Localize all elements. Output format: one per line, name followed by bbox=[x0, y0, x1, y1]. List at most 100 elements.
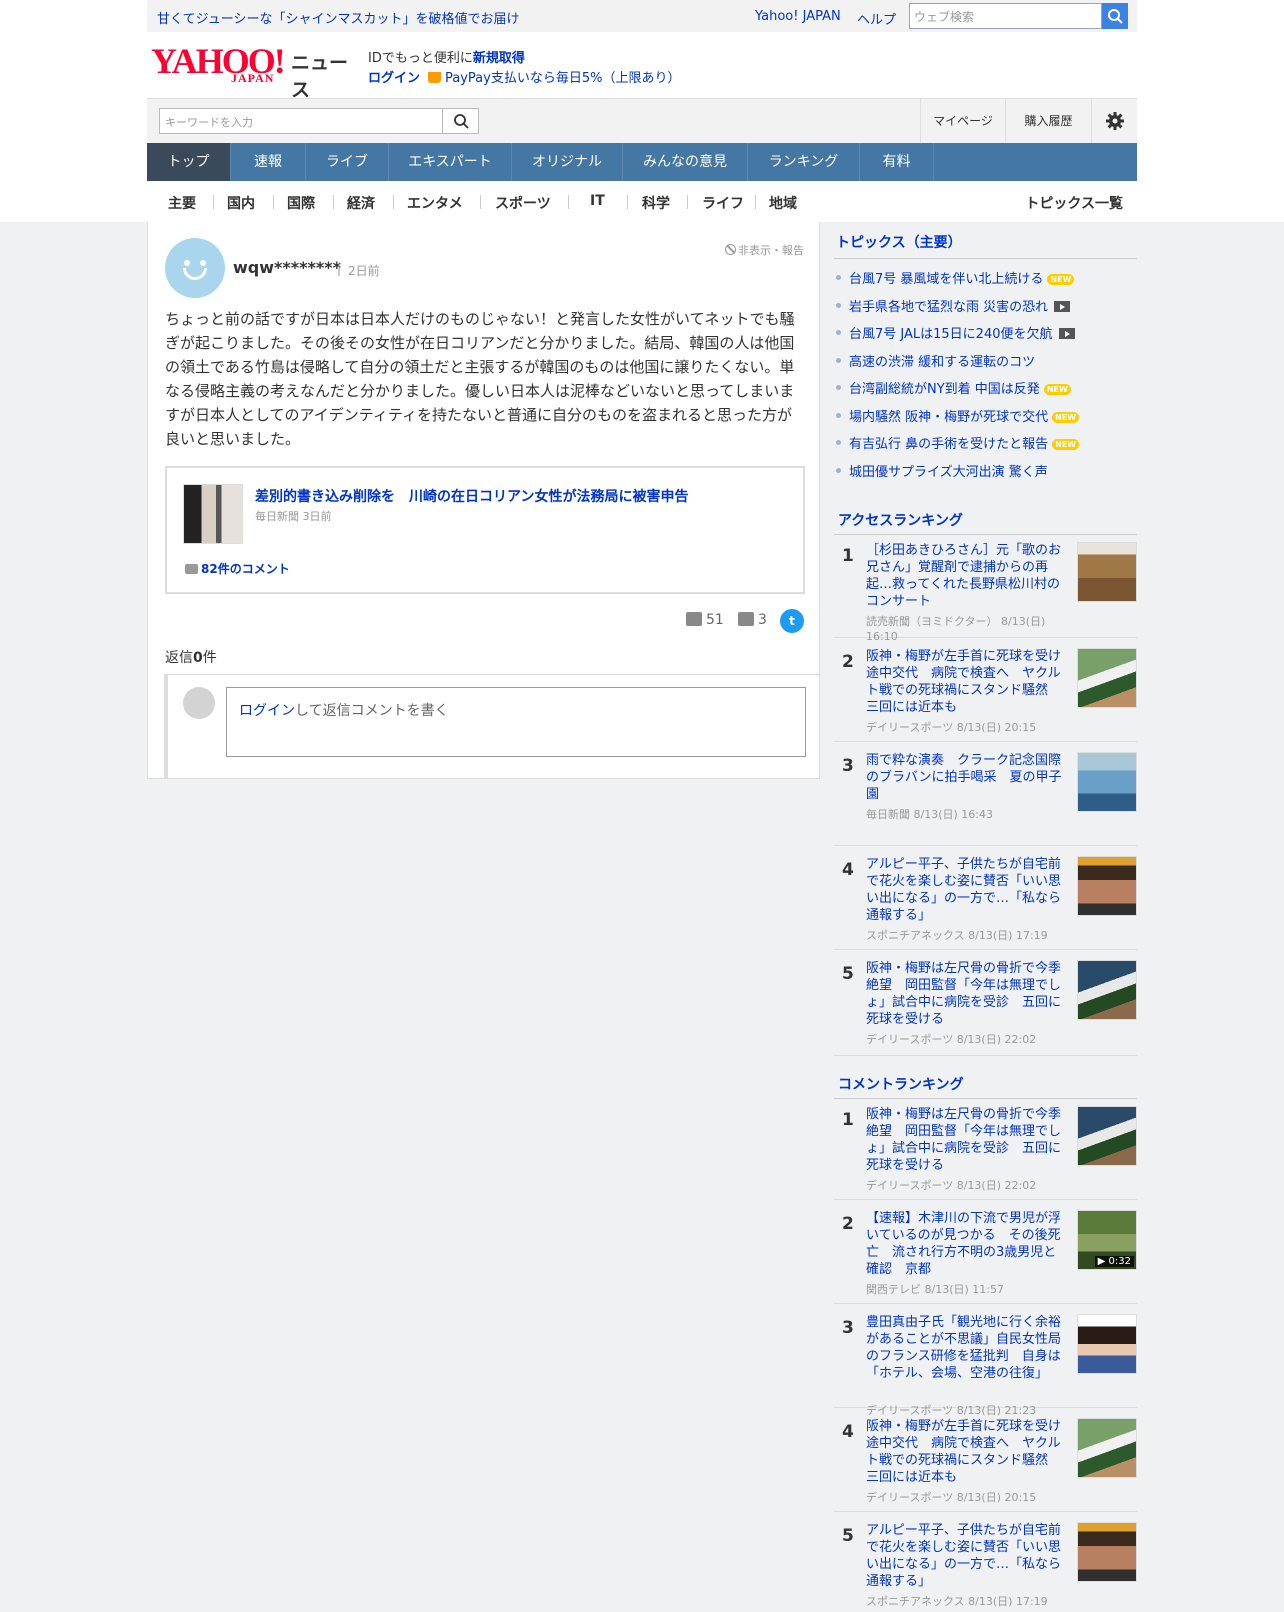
yahoo-japan-link[interactable]: Yahoo! JAPAN bbox=[755, 9, 841, 24]
rank-title-link[interactable]: アルピー平子、子供たちが自宅前で花火を楽しむ姿に賛否「いい思い出になる」の一方で… bbox=[866, 856, 1064, 924]
tab-expert[interactable]: エキスパート bbox=[389, 143, 512, 181]
new-badge: NEW bbox=[1047, 274, 1075, 285]
topic-item[interactable]: 城田優サプライズ大河出演 驚く声 bbox=[834, 459, 1137, 487]
comment-ranking-title[interactable]: コメントランキング bbox=[838, 1074, 964, 1094]
topic-item[interactable]: 台風7号 JALは15日に240便を欠航 bbox=[834, 321, 1137, 349]
tab-live[interactable]: ライブ bbox=[306, 143, 389, 181]
cart-icon bbox=[428, 72, 441, 83]
topic-item[interactable]: 有吉弘行 鼻の手術を受けたと報告 NEW bbox=[834, 431, 1137, 459]
tab-opinion[interactable]: みんなの意見 bbox=[623, 143, 748, 181]
reply-login-link[interactable]: ログイン bbox=[239, 703, 295, 719]
ranking-item[interactable]: 2 【速報】木津川の下流で男児が浮いているのが見つかる その後死亡 流され行方不明… bbox=[834, 1210, 1137, 1304]
purchase-history-link[interactable]: 購入履歴 bbox=[1005, 99, 1091, 144]
topic-item[interactable]: 場内騒然 阪神・梅野が死球で交代 NEW bbox=[834, 404, 1137, 432]
subtab-local[interactable]: 地域 bbox=[769, 193, 797, 213]
rank-title-link[interactable]: 豊田真由子氏「観光地に行く余裕があることが不思議」自民女性局のフランス研修を猛批… bbox=[866, 1314, 1064, 1382]
topics-list-link[interactable]: トピックス一覧 bbox=[1025, 193, 1123, 213]
prohibit-icon bbox=[725, 244, 736, 255]
tab-top[interactable]: トップ bbox=[147, 143, 231, 181]
article-comments-link[interactable]: 82件のコメント bbox=[185, 560, 290, 577]
ranking-item[interactable]: 4 アルピー平子、子供たちが自宅前で花火を楽しむ姿に賛否「いい思い出になる」の一方… bbox=[834, 856, 1137, 950]
rank-title-link[interactable]: 阪神・梅野は左尺骨の骨折で今季絶望 岡田監督「今年は無理でしょ」試合中に病院を受… bbox=[866, 960, 1064, 1028]
subtab-entertainment[interactable]: エンタメ bbox=[407, 193, 463, 213]
rank-title-link[interactable]: 阪神・梅野は左尺骨の骨折で今季絶望 岡田監督「今年は無理でしょ」試合中に病院を受… bbox=[866, 1106, 1064, 1174]
subtab-science[interactable]: 科学 bbox=[642, 193, 670, 213]
ranking-item[interactable]: 3 豊田真由子氏「観光地に行く余裕があることが不思議」自民女性局のフランス研修を猛… bbox=[834, 1314, 1137, 1417]
subtab-it[interactable]: IT bbox=[590, 193, 605, 209]
tab-ranking[interactable]: ランキング bbox=[748, 143, 860, 181]
rank-title-link[interactable]: 阪神・梅野が左手首に死球を受け途中交代 病院で検査へ ヤクルト戦での死球禍にスタ… bbox=[866, 1418, 1064, 1486]
tab-breaking[interactable]: 速報 bbox=[231, 143, 306, 181]
rank-thumbnail[interactable] bbox=[1077, 752, 1137, 812]
rank-thumbnail[interactable] bbox=[1077, 542, 1137, 602]
topic-item[interactable]: 台風7号 暴風域を伴い北上続ける NEW bbox=[834, 266, 1137, 294]
keyword-search-input[interactable]: キーワードを入力 bbox=[159, 108, 443, 134]
subtab-world[interactable]: 国際 bbox=[287, 193, 315, 213]
bullet-icon bbox=[836, 357, 841, 363]
dislike-button[interactable]: 3 bbox=[738, 612, 767, 628]
rank-title-link[interactable]: アルピー平子、子供たちが自宅前で花火を楽しむ姿に賛否「いい思い出になる」の一方で… bbox=[866, 1522, 1064, 1590]
reply-input[interactable]: ログインして返信コメントを書く bbox=[226, 687, 806, 757]
rank-thumbnail[interactable] bbox=[1077, 1418, 1137, 1478]
rank-thumbnail[interactable] bbox=[1077, 648, 1137, 708]
ranking-item[interactable]: 5 阪神・梅野は左尺骨の骨折で今季絶望 岡田監督「今年は無理でしょ」試合中に病院を… bbox=[834, 960, 1137, 1056]
hide-report-link[interactable]: 非表示・報告 bbox=[725, 242, 804, 258]
subtab-life[interactable]: ライフ bbox=[702, 193, 744, 213]
topic-item[interactable]: 台湾副総統がNY到着 中国は反発 NEW bbox=[834, 376, 1137, 404]
rank-thumbnail[interactable] bbox=[1077, 1522, 1137, 1582]
tab-paid[interactable]: 有料 bbox=[860, 143, 934, 181]
promo-link[interactable]: 甘くてジューシーな「シャインマスカット」を破格値でお届け bbox=[157, 8, 519, 27]
like-button[interactable]: 51 bbox=[686, 612, 724, 628]
subtab-domestic[interactable]: 国内 bbox=[227, 193, 255, 213]
header: 甘くてジューシーな「シャインマスカット」を破格値でお届け Yahoo! JAPA… bbox=[0, 0, 1284, 222]
paypay-link[interactable]: PayPay支払いなら毎日5%（上限あり） bbox=[428, 67, 680, 86]
bullet-icon bbox=[836, 302, 841, 308]
subtab-main[interactable]: 主要 bbox=[168, 193, 196, 213]
rank-title-link[interactable]: 阪神・梅野が左手首に死球を受け途中交代 病院で検査へ ヤクルト戦での死球禍にスタ… bbox=[866, 648, 1064, 716]
keyword-search-button[interactable] bbox=[443, 108, 479, 134]
rank-source: スポニチアネックス 8/13(日) 17:19 bbox=[866, 1595, 1048, 1608]
bullet-icon bbox=[836, 440, 841, 445]
subtab-sports[interactable]: スポーツ bbox=[495, 193, 551, 213]
ranking-item[interactable]: 3 雨で粋な演奏 クラーク記念国際のブラバンに拍手喝采 夏の甲子園 毎日新聞 8/1… bbox=[834, 752, 1137, 846]
rank-number: 3 bbox=[842, 756, 854, 776]
divider bbox=[627, 195, 628, 209]
rank-source: デイリースポーツ 8/13(日) 22:02 bbox=[866, 1033, 1037, 1046]
mypage-link[interactable]: マイページ bbox=[920, 99, 1005, 144]
rank-thumbnail[interactable] bbox=[1077, 1314, 1137, 1374]
subtab-economy[interactable]: 経済 bbox=[347, 193, 375, 213]
rank-title-link[interactable]: 【速報】木津川の下流で男児が浮いているのが見つかる その後死亡 流され行方不明の… bbox=[866, 1210, 1064, 1278]
signup-link[interactable]: 新規取得 bbox=[473, 51, 525, 66]
twitter-share-icon[interactable]: t bbox=[780, 609, 804, 633]
rank-thumbnail[interactable] bbox=[1077, 856, 1137, 916]
access-ranking-title[interactable]: アクセスランキング bbox=[838, 510, 963, 530]
article-title-link[interactable]: 差別的書き込み削除を 川崎の在日コリアン女性が法務局に被害申告 bbox=[255, 486, 688, 506]
ranking-item[interactable]: 1 阪神・梅野は左尺骨の骨折で今季絶望 岡田監督「今年は無理でしょ」試合中に病院を… bbox=[834, 1106, 1137, 1200]
ranking-item[interactable]: 2 阪神・梅野が左手首に死球を受け途中交代 病院で検査へ ヤクルト戦での死球禍にス… bbox=[834, 648, 1137, 742]
comment-time: 2日前 bbox=[348, 264, 380, 278]
topic-item[interactable]: 岩手県各地で猛烈な雨 災害の恐れ bbox=[834, 294, 1137, 322]
rank-source: 読売新聞（ヨミドクター） 8/13(日) 16:10 bbox=[866, 615, 1046, 643]
divider bbox=[687, 195, 688, 209]
search-icon bbox=[453, 114, 469, 129]
ranking-item[interactable]: 4 阪神・梅野が左手首に死球を受け途中交代 病院で検査へ ヤクルト戦での死球禍にス… bbox=[834, 1418, 1137, 1512]
tab-original[interactable]: オリジナル bbox=[512, 143, 623, 181]
rank-thumbnail[interactable] bbox=[1077, 1106, 1137, 1166]
rank-thumbnail[interactable]: ▶ 0:32 bbox=[1077, 1210, 1137, 1270]
login-link[interactable]: ログイン bbox=[368, 67, 420, 86]
ranking-item[interactable]: 1 ［杉田あきひろさん］元「歌のお兄さん」覚醒剤で逮捕からの再起…救ってくれた長野… bbox=[834, 542, 1137, 643]
article-thumbnail[interactable] bbox=[183, 484, 243, 544]
topic-item[interactable]: 高速の渋滞 緩和する運転のコツ bbox=[834, 349, 1137, 377]
ranking-item[interactable]: 5 アルピー平子、子供たちが自宅前で花火を楽しむ姿に賛否「いい思い出になる」の一方… bbox=[834, 1522, 1137, 1612]
rank-title-link[interactable]: 雨で粋な演奏 クラーク記念国際のブラバンに拍手喝采 夏の甲子園 bbox=[866, 752, 1064, 803]
topics-title[interactable]: トピックス（主要） bbox=[836, 232, 962, 252]
web-search-button[interactable] bbox=[1102, 3, 1128, 29]
web-search-input[interactable]: ウェブ検索 bbox=[909, 3, 1102, 29]
help-link[interactable]: ヘルプ bbox=[857, 9, 896, 28]
rank-thumbnail[interactable] bbox=[1077, 960, 1137, 1020]
video-icon bbox=[1054, 300, 1071, 312]
rank-title-link[interactable]: ［杉田あきひろさん］元「歌のお兄さん」覚醒剤で逮捕からの再起…救ってくれた長野県… bbox=[866, 542, 1064, 610]
article-card[interactable]: 差別的書き込み削除を 川崎の在日コリアン女性が法務局に被害申告 毎日新聞 3日前… bbox=[165, 466, 805, 594]
settings-button[interactable] bbox=[1091, 99, 1137, 144]
yahoo-news-logo[interactable]: YAHOO! JAPAN ニュース bbox=[151, 41, 363, 101]
